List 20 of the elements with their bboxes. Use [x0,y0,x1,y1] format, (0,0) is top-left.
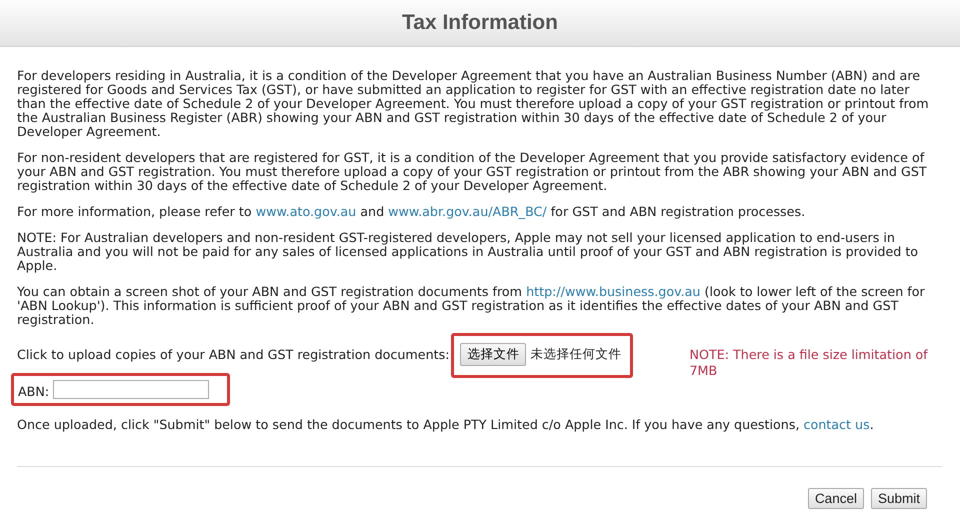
link[interactable]: contact us [804,417,870,432]
window-title: Tax Information [402,11,558,35]
paragraph: Once uploaded, click "Submit" below to send the documents to Apple PTY Limited c/o Apple Inc. If you have any questions, contact us. [17,418,875,432]
link[interactable]: www.abr.gov.au/ABR_BC/ [388,204,547,219]
paragraph: NOTE: For Australian developers and non-resident GST-registered developers, Apple may not sell your licensed application to end-users in Australia and you will not be paid for any sales of licensed applications in Australia until proof of your GST and ABN registration is provided to Apple. [17,231,920,273]
file-picker[interactable]: 选择文件 未选择任何文件 [451,333,634,378]
paragraph: You can obtain a screen shot of your ABN and GST registration documents from http://www.business.gov.au (look to lower left of the screen for 'ABN Lookup'). This information is sufficient proof of your ABN and GST registration as it identifies the effective dates of your ABN and GST registration. [17,285,926,327]
choose-file-button[interactable]: 选择文件 [460,343,526,366]
paragraph: For developers residing in Australia, it is a condition of the Developer Agreement that you have an Australian Business Number (ABN) and are registered for Goods and Services Tax (GST), or have submitted an application to register for GST with an effective registration date no later than the effective date of Schedule 2 of your Developer Agreement. You must therefore upload a copy of your GST registration or printout from the Australian Business Register (ABR) showing your ABN and GST registration within 30 days of the effective date of Schedule 2 of your Developer Agreement. [17,69,930,139]
link[interactable]: http://www.business.gov.au [526,284,700,299]
file-size-note: NOTE: There is a file size limitation of 7MB [689,346,929,379]
submit-button[interactable]: Submit [870,488,927,509]
cancel-button[interactable]: Cancel [808,488,864,509]
file-status: 未选择任何文件 [530,346,622,363]
paragraph: For more information, please refer to www.ato.gov.au and www.abr.gov.au/ABR_BC/ for GST and ABN registration processes. [17,205,806,219]
abn-input[interactable] [53,380,210,398]
upload-label: Click to upload copies of your ABN and GST registration documents: [17,346,450,363]
abn-label: ABN: [18,383,50,400]
link[interactable]: www.ato.gov.au [256,204,356,219]
paragraph: For non-resident developers that are registered for GST, it is a condition of the Developer Agreement that you provide satisfactory evidence of your ABN and GST registration. You must therefore upload a copy of your GST registration or printout from the ABR showing your ABN and GST registration within 30 days of the effective date of Schedule 2 of your Developer Agreement. [17,151,928,193]
